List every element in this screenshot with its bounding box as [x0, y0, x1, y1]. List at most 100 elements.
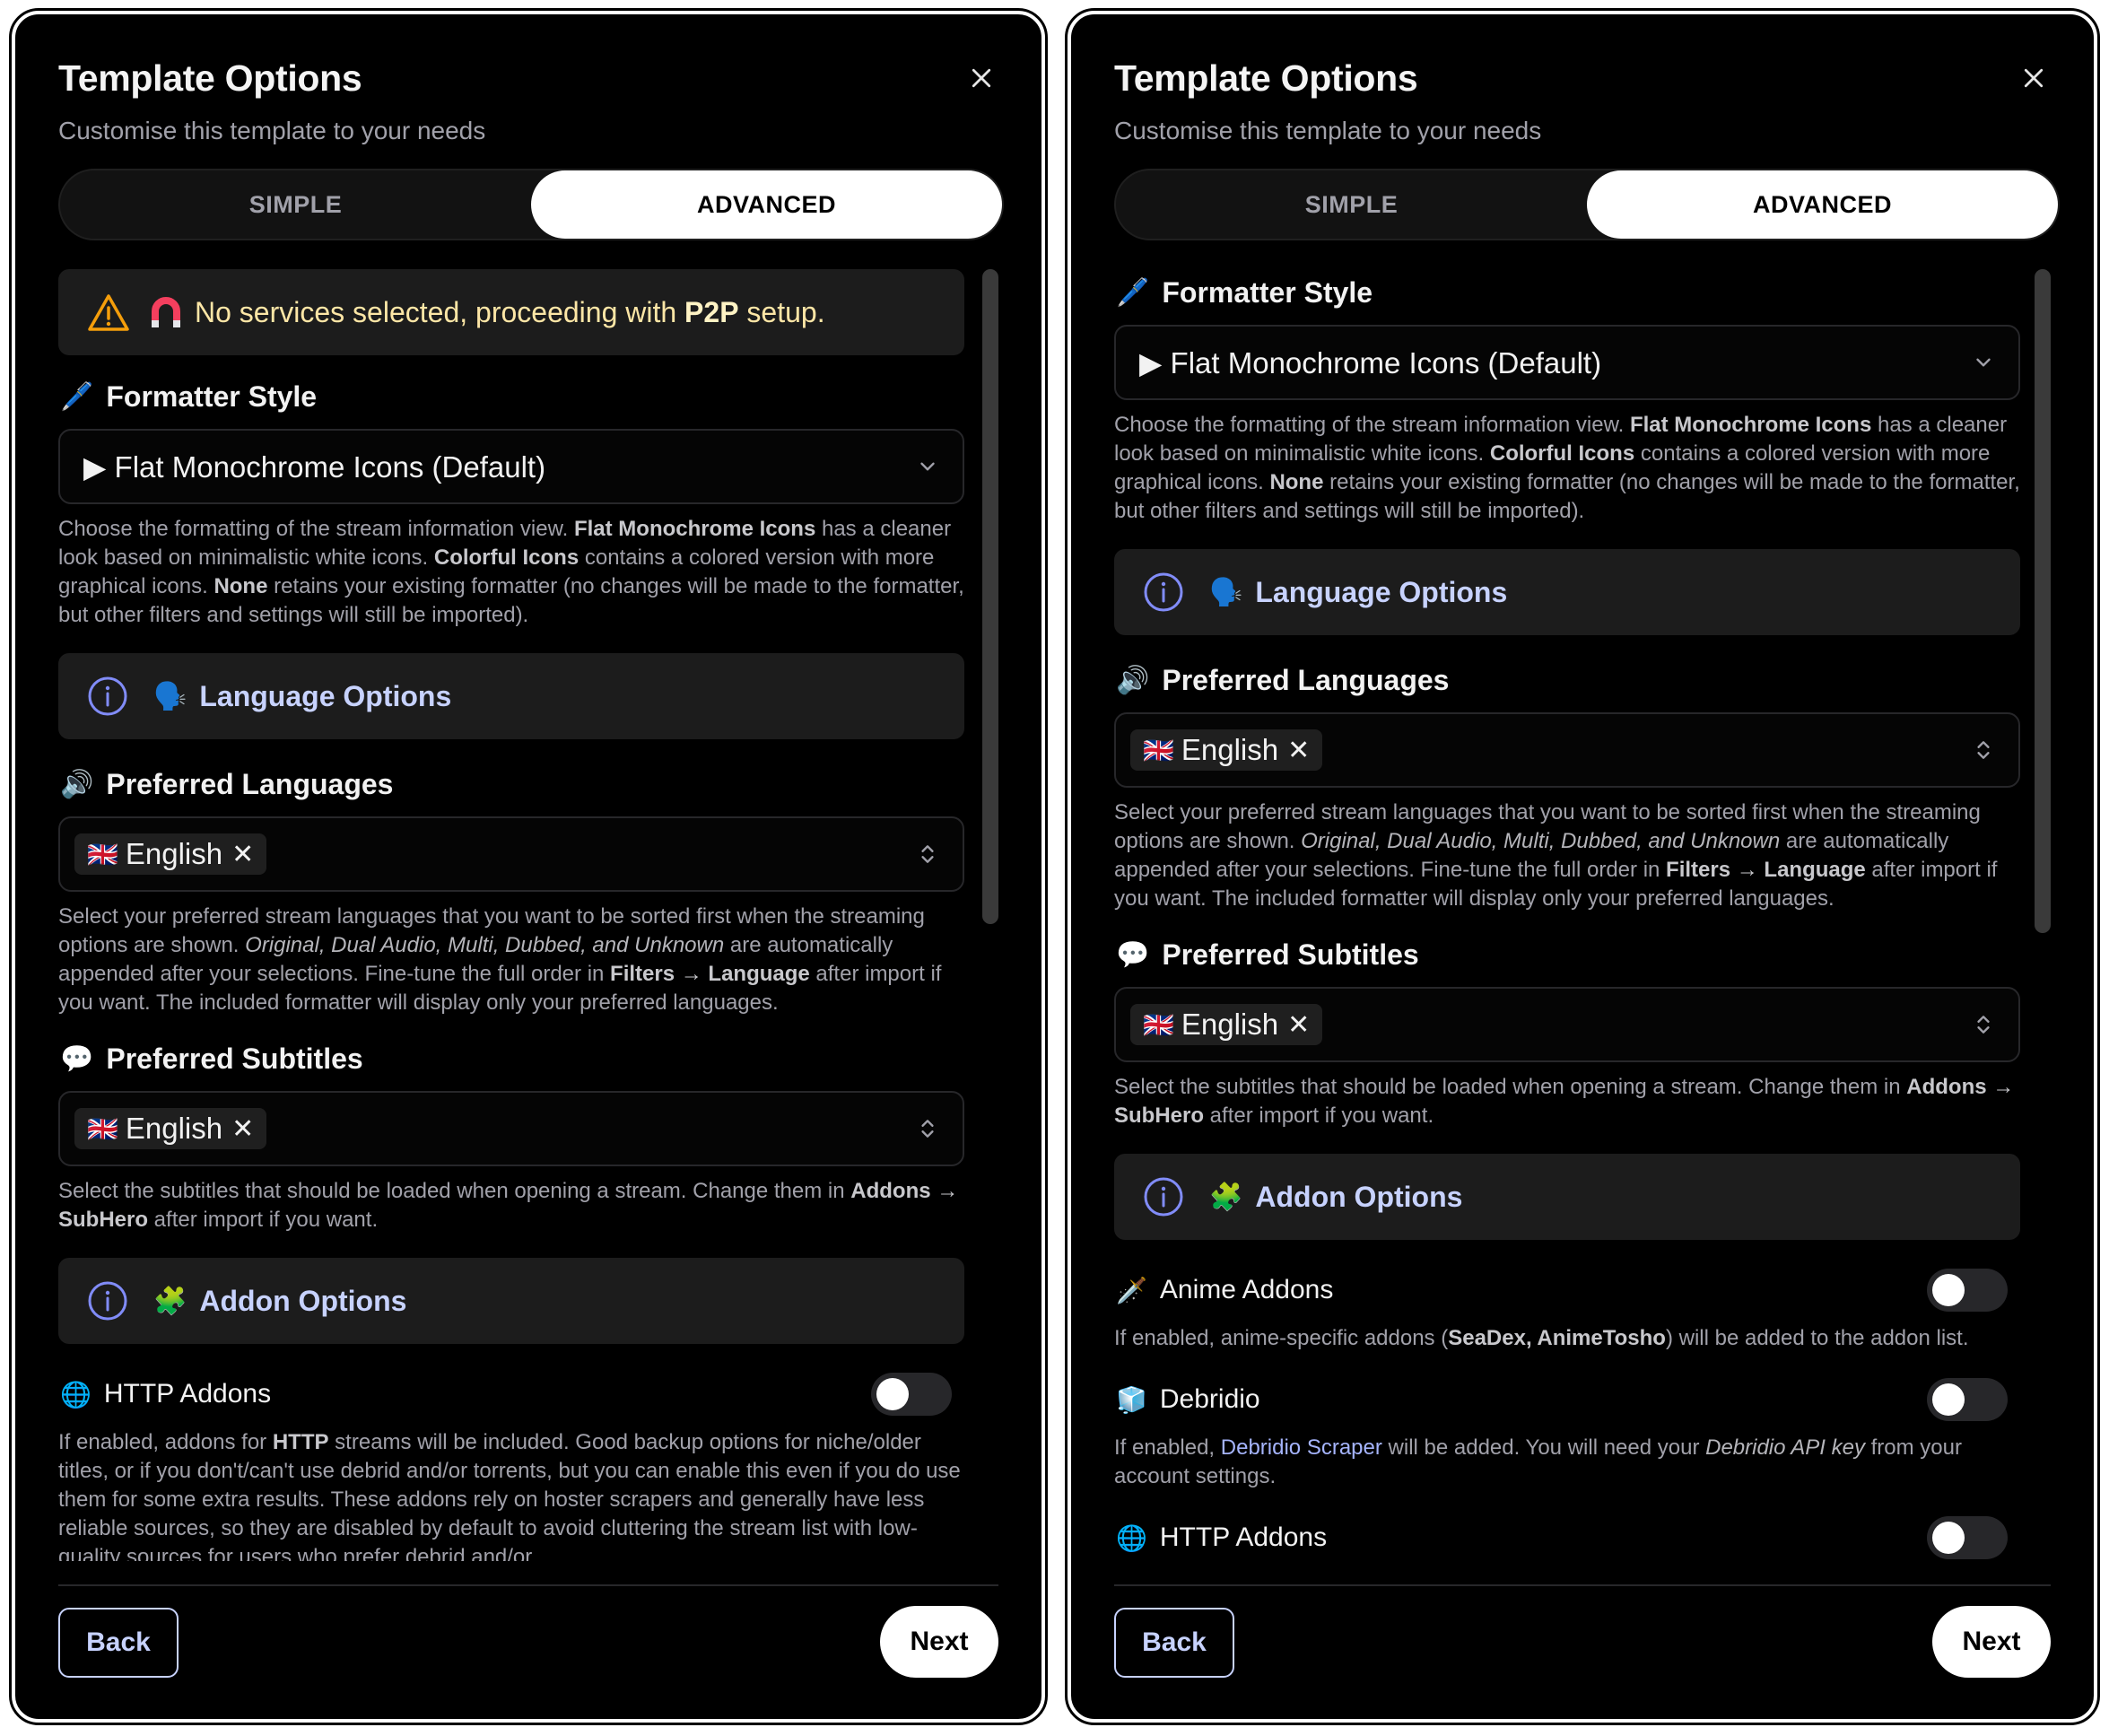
- anime-addons-toggle[interactable]: [1927, 1269, 2008, 1312]
- http-addons-toggle[interactable]: [871, 1373, 952, 1416]
- tab-advanced[interactable]: ADVANCED: [1587, 170, 2058, 239]
- dialog-title: Template Options: [58, 57, 362, 99]
- anime-addons-row: 🗡️ Anime Addons: [1114, 1267, 2020, 1313]
- footer-divider: [58, 1584, 998, 1586]
- subtitle-chip: 🇬🇧 English ✕: [74, 1108, 267, 1149]
- formatter-style-select[interactable]: ▶ Flat Monochrome Icons (Default): [58, 429, 964, 504]
- cube-icon: 🧊: [1116, 1385, 1147, 1414]
- preferred-languages-label: 🔊 Preferred Languages: [60, 767, 394, 800]
- options-scroll-area[interactable]: 🖊️ Formatter Style ▶ Flat Monochrome Ico…: [1114, 275, 2020, 1561]
- formatter-style-value: ▶ Flat Monochrome Icons (Default): [1139, 345, 1602, 379]
- back-button[interactable]: Back: [1114, 1608, 1234, 1678]
- debridio-row: 🧊 Debridio: [1114, 1376, 2020, 1423]
- http-addons-help: If enabled, addons for HTTP streams will…: [58, 1430, 961, 1561]
- section-title: Language Options: [199, 679, 452, 712]
- formatter-style-help: Choose the formatting of the stream info…: [1114, 413, 2020, 523]
- remove-chip-icon[interactable]: ✕: [231, 839, 254, 870]
- debridio-toggle[interactable]: [1927, 1378, 2008, 1421]
- tab-simple[interactable]: SIMPLE: [1116, 170, 1587, 239]
- globe-icon: 🌐: [60, 1380, 92, 1409]
- chevron-up-down-icon: [921, 1120, 934, 1138]
- remove-chip-icon[interactable]: ✕: [1287, 1009, 1310, 1041]
- dialog-subtitle: Customise this template to your needs: [58, 117, 486, 144]
- formatter-style-label: 🖊️ Formatter Style: [1116, 275, 1373, 309]
- warning-triangle-icon: [88, 294, 129, 331]
- dialog-subtitle: Customise this template to your needs: [1114, 117, 1542, 144]
- speaking-head-icon: 🗣️: [1209, 577, 1243, 607]
- back-button[interactable]: Back: [58, 1608, 179, 1678]
- chevron-down-icon: [1976, 358, 1991, 367]
- info-circle-icon: [88, 676, 127, 716]
- dialog-title: Template Options: [1114, 57, 1418, 99]
- pen-icon: 🖊️: [60, 381, 94, 412]
- pen-icon: 🖊️: [1116, 277, 1150, 308]
- language-options-section[interactable]: 🗣️ Language Options: [1114, 549, 2020, 635]
- subtitle-chip: 🇬🇧 English ✕: [1130, 1004, 1323, 1045]
- section-title: Addon Options: [199, 1284, 407, 1317]
- alert-text: No services selected, proceeding with P2…: [195, 295, 825, 328]
- debridio-help: If enabled, Debridio Scraper will be add…: [1114, 1435, 1962, 1488]
- options-scroll-area[interactable]: No services selected, proceeding with P2…: [58, 269, 964, 1561]
- mode-tabs: SIMPLE ADVANCED: [1114, 169, 2060, 240]
- dagger-icon: 🗡️: [1116, 1276, 1147, 1304]
- chevron-up-down-icon: [1977, 1016, 1990, 1034]
- close-icon[interactable]: [968, 65, 995, 92]
- mode-tabs: SIMPLE ADVANCED: [58, 169, 1004, 240]
- uk-flag-icon: 🇬🇧: [87, 1114, 118, 1143]
- preferred-subtitles-select[interactable]: 🇬🇧 English ✕: [58, 1091, 964, 1166]
- formatter-style-label: 🖊️ Formatter Style: [60, 379, 318, 413]
- next-button[interactable]: Next: [1932, 1606, 2051, 1678]
- language-options-section[interactable]: 🗣️ Language Options: [58, 653, 964, 739]
- next-button[interactable]: Next: [880, 1606, 998, 1678]
- section-title: Addon Options: [1255, 1180, 1463, 1213]
- preferred-languages-help: Select your preferred stream languages t…: [1114, 800, 1998, 911]
- preferred-subtitles-label: 💬 Preferred Subtitles: [1116, 938, 1419, 971]
- info-circle-icon: [88, 1281, 127, 1321]
- http-addons-row: 🌐 HTTP Addons: [1114, 1514, 2020, 1561]
- speaker-icon: 🔊: [60, 769, 94, 799]
- language-chip: 🇬🇧 English ✕: [74, 833, 267, 875]
- puzzle-icon: 🧩: [1209, 1182, 1243, 1212]
- template-options-dialog-left: Template Options Customise this template…: [9, 8, 1048, 1725]
- debridio-label: Debridio: [1159, 1384, 1260, 1414]
- speech-bubble-icon: 💬: [60, 1043, 94, 1074]
- preferred-subtitles-select[interactable]: 🇬🇧 English ✕: [1114, 987, 2020, 1062]
- debridio-scraper-link[interactable]: Debridio Scraper: [1221, 1435, 1382, 1460]
- scrollbar[interactable]: [982, 269, 998, 924]
- preferred-languages-label: 🔊 Preferred Languages: [1116, 663, 1450, 696]
- tab-advanced[interactable]: ADVANCED: [531, 170, 1002, 239]
- addon-options-section[interactable]: 🧩 Addon Options: [58, 1258, 964, 1344]
- no-services-alert: No services selected, proceeding with P2…: [58, 269, 964, 355]
- uk-flag-icon: 🇬🇧: [1143, 736, 1174, 764]
- uk-flag-icon: 🇬🇧: [1143, 1010, 1174, 1039]
- footer-divider: [1114, 1584, 2051, 1586]
- speech-bubble-icon: 💬: [1116, 939, 1150, 970]
- tab-simple[interactable]: SIMPLE: [60, 170, 531, 239]
- preferred-subtitles-label: 💬 Preferred Subtitles: [60, 1042, 363, 1075]
- remove-chip-icon[interactable]: ✕: [231, 1113, 254, 1145]
- chevron-down-icon: [920, 462, 935, 471]
- preferred-subtitles-help: Select the subtitles that should be load…: [58, 1179, 959, 1232]
- puzzle-icon: 🧩: [153, 1286, 187, 1316]
- chevron-up-down-icon: [1977, 741, 1990, 759]
- remove-chip-icon[interactable]: ✕: [1287, 735, 1310, 766]
- preferred-languages-select[interactable]: 🇬🇧 English ✕: [1114, 712, 2020, 788]
- anime-addons-help: If enabled, anime-specific addons (SeaDe…: [1114, 1326, 1969, 1350]
- uk-flag-icon: 🇬🇧: [87, 840, 118, 868]
- http-addons-toggle[interactable]: [1927, 1516, 2008, 1559]
- globe-icon: 🌐: [1116, 1523, 1147, 1552]
- template-options-dialog-right: Template Options Customise this template…: [1065, 8, 2100, 1725]
- speaker-icon: 🔊: [1116, 665, 1150, 695]
- preferred-languages-help: Select your preferred stream languages t…: [58, 904, 942, 1015]
- http-addons-label: HTTP Addons: [1159, 1522, 1328, 1552]
- speaking-head-icon: 🗣️: [153, 681, 187, 711]
- close-icon[interactable]: [2020, 65, 2047, 92]
- addon-options-section[interactable]: 🧩 Addon Options: [1114, 1154, 2020, 1240]
- anime-addons-label: Anime Addons: [1159, 1275, 1334, 1304]
- preferred-languages-select[interactable]: 🇬🇧 English ✕: [58, 816, 964, 892]
- scrollbar[interactable]: [2035, 269, 2051, 933]
- section-title: Language Options: [1255, 575, 1508, 608]
- formatter-style-select[interactable]: ▶ Flat Monochrome Icons (Default): [1114, 325, 2020, 400]
- preferred-subtitles-help: Select the subtitles that should be load…: [1114, 1075, 2015, 1128]
- chevron-up-down-icon: [921, 845, 934, 863]
